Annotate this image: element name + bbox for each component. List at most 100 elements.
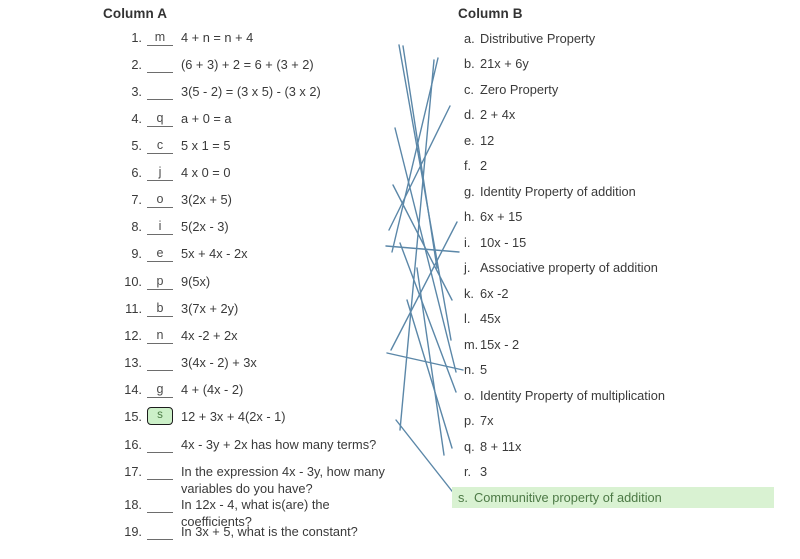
column-b-item[interactable]: c. Zero Property [458,79,558,100]
option-letter: h. [464,209,475,224]
matching-worksheet: Column A Column B 1. m 4 + n = n + 4 2. (6 +… [0,0,800,559]
item-number: 5. [131,138,142,153]
column-b-item[interactable]: b. 21x + 6y [458,53,529,74]
column-b-item[interactable]: a. Distributive Property [458,28,595,49]
column-b-item[interactable]: f. 2 [458,155,487,176]
item-number: 10. [124,274,142,289]
option-letter: d. [464,107,475,122]
option-letter: m. [464,337,479,352]
option-letter: r. [464,464,472,479]
option-text: Distributive Property [480,31,596,46]
answer-blank[interactable]: q [147,110,173,127]
column-b-item[interactable]: r. 3 [458,461,487,482]
option-letter: p. [464,413,475,428]
answer-blank[interactable]: g [147,381,173,398]
column-a-item: 7. o 3(2x + 5) [120,191,390,213]
item-number: 12. [124,328,142,343]
column-a-item: 17. In the expression 4x - 3y, how many v… [120,463,390,496]
column-b-item[interactable]: i. 10x - 15 [458,232,526,253]
option-letter: q. [464,439,475,454]
item-number: 17. [124,464,142,479]
answer-blank[interactable]: i [147,218,173,235]
item-number: 1. [131,30,142,45]
item-text: 9(5x) [181,274,211,289]
option-text: Communitive property of addition [474,490,662,505]
answer-blank[interactable]: m [147,29,173,46]
item-number: 18. [124,497,142,512]
answer-blank[interactable]: b [147,300,173,317]
answer-blank[interactable]: j [147,164,173,181]
answer-blank-selected[interactable]: s [147,407,173,425]
answer-blank[interactable]: o [147,191,173,208]
column-b-item[interactable]: d. 2 + 4x [458,104,515,125]
item-number: 6. [131,165,142,180]
answer-blank[interactable] [147,56,173,73]
column-b-item[interactable]: q. 8 + 11x [458,436,521,457]
option-text: 7x [480,413,494,428]
item-text: 4 x 0 = 0 [181,165,231,180]
column-a-item: 15. s 12 + 3x + 4(2x - 1) [120,407,390,430]
answer-blank[interactable] [147,436,173,453]
column-b-item[interactable]: n. 5 [458,359,487,380]
item-number: 8. [131,219,142,234]
column-b-item-highlighted[interactable]: s. Communitive property of addition [452,487,774,508]
connector-line [395,419,460,501]
answer-blank[interactable]: e [147,245,173,262]
answer-blank[interactable] [147,496,173,513]
column-b-header: Column B [458,6,523,21]
column-a-item: 9. e 5x + 4x - 2x [120,245,390,267]
answer-blank[interactable]: n [147,327,173,344]
option-letter: i. [464,235,471,250]
item-number: 19. [124,524,142,539]
option-letter: s. [458,490,468,505]
item-number: 16. [124,437,142,452]
column-b-item[interactable]: o. Identity Property of multiplication [458,385,665,406]
item-text: 4 + n = n + 4 [181,30,254,45]
column-b-item[interactable]: e. 12 [458,130,494,151]
option-text: Identity Property of addition [480,184,636,199]
option-text: 15x - 2 [480,337,520,352]
answer-blank[interactable] [147,463,173,480]
column-a-item: 5. c 5 x 1 = 5 [120,137,390,159]
answer-blank[interactable] [147,523,173,540]
option-text: 2 + 4x [480,107,516,122]
connector-line [392,184,453,301]
column-a-item: 4. q a + 0 = a [120,110,390,132]
option-letter: c. [464,82,474,97]
item-number: 11. [125,301,142,316]
item-text: 3(7x + 2y) [181,301,239,316]
option-letter: n. [464,362,475,377]
connector-line [398,44,452,341]
item-text: 3(4x - 2) + 3x [181,355,257,370]
answer-blank[interactable] [147,83,173,100]
option-letter: g. [464,184,475,199]
column-b-item[interactable]: l. 45x [458,308,501,329]
item-text: In the expression 4x - 3y, how many vari… [181,464,385,496]
column-b-item[interactable]: g. Identity Property of addition [458,181,636,202]
option-text: 21x + 6y [480,56,529,71]
column-b-item[interactable]: h. 6x + 15 [458,206,522,227]
column-a-item: 12. n 4x -2 + 2x [120,327,390,349]
column-b-item[interactable]: m. 15x - 2 [458,334,519,355]
item-text: (6 + 3) + 2 = 6 + (3 + 2) [181,57,314,72]
column-b-item[interactable]: k. 6x -2 [458,283,508,304]
answer-blank[interactable]: p [147,273,173,290]
answer-blank[interactable]: c [147,137,173,154]
item-text: a + 0 = a [181,111,232,126]
connector-line [402,45,438,269]
answer-blank[interactable] [147,354,173,371]
column-b-item[interactable]: p. 7x [458,410,494,431]
connector-line [406,299,453,449]
option-text: Zero Property [480,82,559,97]
column-a-item: 11. b 3(7x + 2y) [120,300,390,322]
item-text: 12 + 3x + 4(2x - 1) [181,409,286,424]
column-b-item[interactable]: j. Associative property of addition [458,257,658,278]
option-text: 10x - 15 [480,235,527,250]
option-text: 45x [480,311,501,326]
item-text: In 3x + 5, what is the constant? [181,524,358,539]
column-a-item: 8. i 5(2x - 3) [120,218,390,240]
option-text: 5 [480,362,488,377]
option-letter: b. [464,56,475,71]
connector-line [388,105,451,231]
option-letter: j. [464,260,471,275]
